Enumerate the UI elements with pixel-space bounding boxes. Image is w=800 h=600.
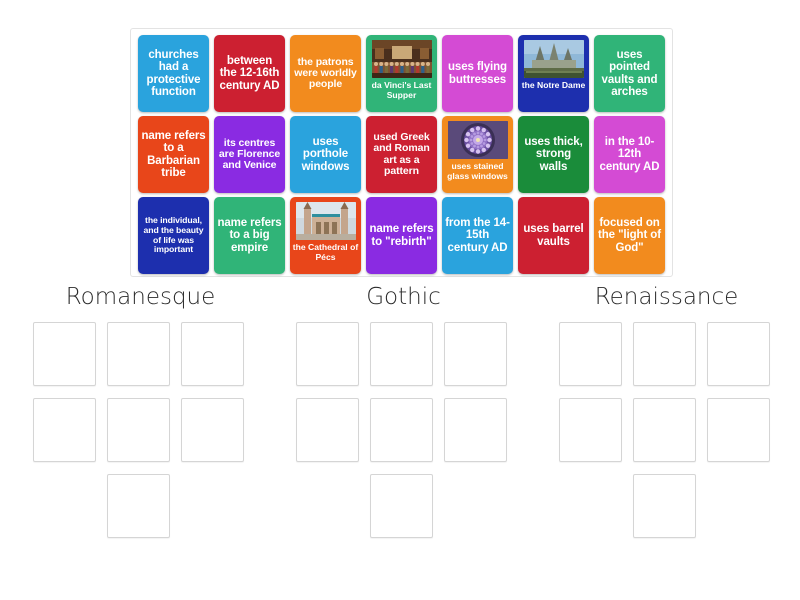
category-column: Gothic [296, 286, 511, 538]
drop-slot[interactable] [107, 398, 170, 462]
sortable-tile[interactable]: in the 10-12th century AD [594, 116, 665, 193]
sortable-tile[interactable]: name refers to "rebirth" [366, 197, 437, 274]
drop-slot[interactable] [296, 322, 359, 386]
sortable-tile[interactable]: name refers to a big empire [214, 197, 285, 274]
category-title: Gothic [366, 284, 441, 310]
tile-caption: uses stained glass windows [447, 161, 508, 181]
notre-dame-photo-icon [523, 40, 584, 78]
tile-label: uses porthole windows [301, 135, 350, 173]
cathedral-of-pecs-photo-icon [295, 202, 356, 240]
tile-caption: da Vinci's Last Supper [371, 80, 432, 100]
sortable-tile[interactable]: uses thick, strong walls [518, 116, 589, 193]
drop-slot[interactable] [559, 398, 622, 462]
drop-slot[interactable] [559, 322, 622, 386]
drop-slot[interactable] [33, 322, 96, 386]
sortable-tile[interactable]: the Cathedral of Pécs [290, 197, 361, 274]
sortable-tile[interactable]: da Vinci's Last Supper [366, 35, 437, 112]
sortable-tile[interactable]: between the 12-16th century AD [214, 35, 285, 112]
drop-slot[interactable] [370, 474, 433, 538]
sortable-tile[interactable]: used Greek and Roman art as a pattern [366, 116, 437, 193]
drop-slot[interactable] [370, 398, 433, 462]
da-vinci-last-supper-photo-icon [371, 40, 432, 78]
tile-label: name refers to a Barbarian tribe [141, 129, 206, 179]
tile-label: churches had a protective function [146, 48, 201, 98]
tile-label: name refers to a big empire [217, 216, 282, 254]
drop-slot[interactable] [633, 322, 696, 386]
tile-label: uses flying buttresses [448, 61, 507, 86]
sortable-tile[interactable]: uses flying buttresses [442, 35, 513, 112]
sortable-tile[interactable]: the individual, and the beauty of life w… [138, 197, 209, 274]
category-columns: Romanesque Gothic Renaissance [0, 286, 800, 538]
tile-label: name refers to "rebirth" [369, 223, 434, 248]
drop-slot[interactable] [107, 322, 170, 386]
sortable-tile[interactable]: its centres are Florence and Venice [214, 116, 285, 193]
drop-slot[interactable] [181, 398, 244, 462]
sortable-tile[interactable]: uses pointed vaults and arches [594, 35, 665, 112]
drop-slot[interactable] [707, 322, 770, 386]
category-title: Renaissance [594, 284, 739, 310]
tile-label: focused on the "light of God" [598, 216, 661, 254]
drop-slot[interactable] [181, 322, 244, 386]
sortable-tile[interactable]: uses stained glass windows [442, 116, 513, 193]
tile-label: uses barrel vaults [523, 223, 584, 248]
tile-label: from the 14-15th century AD [445, 216, 510, 254]
category-column: Renaissance [559, 286, 774, 538]
sortable-tile[interactable]: from the 14-15th century AD [442, 197, 513, 274]
drop-slot[interactable] [33, 398, 96, 462]
tile-tray: churches had a protective function betwee… [130, 28, 673, 277]
drop-slot[interactable] [707, 398, 770, 462]
sortable-tile[interactable]: churches had a protective function [138, 35, 209, 112]
sort-area: Romanesque Gothic Renaissance [0, 286, 800, 538]
drop-slot[interactable] [296, 398, 359, 462]
tile-label: used Greek and Roman art as a pattern [373, 130, 430, 177]
category-title: Romanesque [65, 284, 216, 310]
drop-slot[interactable] [633, 474, 696, 538]
drop-slot-grid [559, 322, 774, 538]
drop-slot-grid [296, 322, 511, 538]
tile-grid: churches had a protective function betwee… [136, 35, 667, 274]
tile-label: uses pointed vaults and arches [601, 48, 658, 98]
tile-caption: the Cathedral of Pécs [292, 242, 359, 262]
tile-label: the patrons were worldly people [294, 55, 357, 91]
tile-label: between the 12-16th century AD [219, 54, 280, 92]
tile-label: the individual, and the beauty of life w… [143, 215, 204, 255]
tile-label: in the 10-12th century AD [599, 135, 660, 173]
drop-slot[interactable] [444, 398, 507, 462]
drop-slot[interactable] [444, 322, 507, 386]
drop-slot[interactable] [107, 474, 170, 538]
sortable-tile[interactable]: uses barrel vaults [518, 197, 589, 274]
tile-caption: the Notre Dame [521, 80, 586, 90]
drop-slot[interactable] [370, 322, 433, 386]
sortable-tile[interactable]: name refers to a Barbarian tribe [138, 116, 209, 193]
sortable-tile[interactable]: focused on the "light of God" [594, 197, 665, 274]
category-column: Romanesque [33, 286, 248, 538]
rose-stained-glass-window-photo-icon [447, 121, 508, 159]
sortable-tile[interactable]: uses porthole windows [290, 116, 361, 193]
sortable-tile[interactable]: the patrons were worldly people [290, 35, 361, 112]
tile-label: uses thick, strong walls [524, 135, 583, 173]
sortable-tile[interactable]: the Notre Dame [518, 35, 589, 112]
drop-slot-grid [33, 322, 248, 538]
tile-label: its centres are Florence and Venice [218, 136, 281, 172]
drop-slot[interactable] [633, 398, 696, 462]
